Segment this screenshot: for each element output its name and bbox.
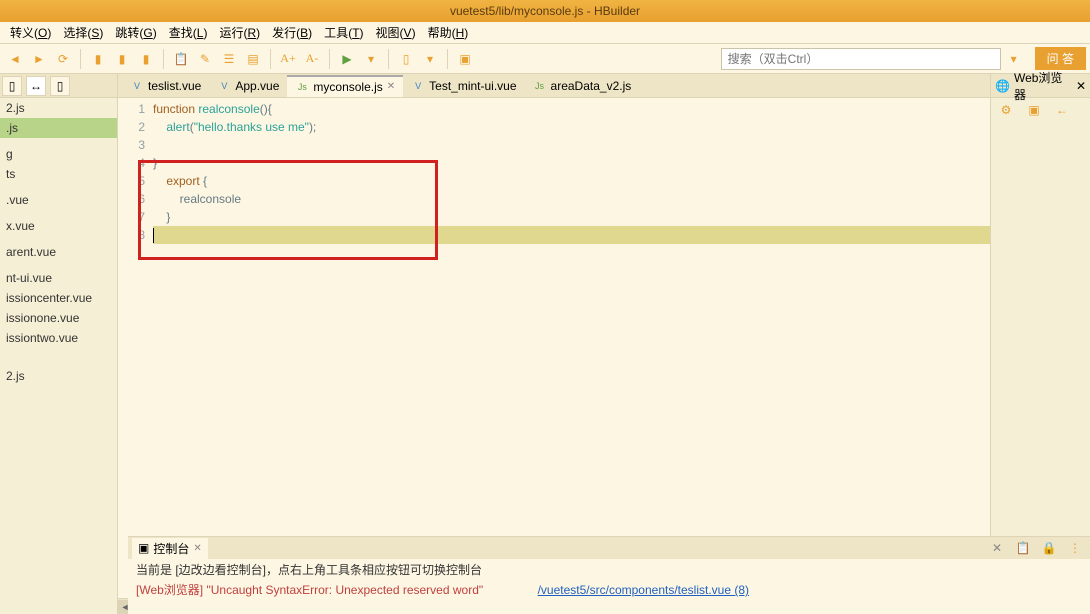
- copy-icon[interactable]: 📋: [1012, 537, 1034, 559]
- search-dropdown-icon[interactable]: ▾: [1003, 48, 1025, 70]
- tab-areadata[interactable]: Js areaData_v2.js: [525, 76, 640, 96]
- answer-button[interactable]: 问 答: [1035, 47, 1086, 70]
- console-error-line: [Web浏览器] "Uncaught SyntaxError: Unexpect…: [128, 580, 1090, 599]
- vue-icon: V: [217, 79, 231, 93]
- file-item[interactable]: g: [0, 144, 117, 164]
- forward-button[interactable]: ►: [28, 48, 50, 70]
- dropdown2-icon[interactable]: ▾: [419, 48, 441, 70]
- file-item[interactable]: ts: [0, 164, 117, 184]
- menu-select[interactable]: 选择(S): [57, 22, 109, 43]
- right-tab-label: Web浏览器: [1014, 69, 1072, 103]
- arrow-left-icon[interactable]: ←: [1051, 99, 1073, 121]
- close-icon[interactable]: ✕: [193, 543, 201, 554]
- menu-publish[interactable]: 发行(B): [266, 22, 318, 43]
- menu-run[interactable]: 运行(R): [213, 22, 266, 43]
- tab-label: App.vue: [235, 79, 279, 93]
- js-icon: Js: [533, 79, 547, 93]
- left-tab-1[interactable]: ▯: [2, 76, 22, 96]
- file-item[interactable]: 2.js: [0, 98, 117, 118]
- left-panel-tabs: ▯ ↔ ▯: [0, 74, 117, 98]
- toolbar: ◄ ► ⟳ ▮ ▮ ▮ 📋 ✎ ☰ ▤ A+ A- ▶ ▾ ▯ ▾ ▣ ▾ 问 …: [0, 44, 1090, 74]
- file-item[interactable]: 2.js: [0, 366, 117, 386]
- file-item[interactable]: issiontwo.vue: [0, 328, 117, 348]
- dropdown-icon[interactable]: ▾: [360, 48, 382, 70]
- console-tools: ✕ 📋 🔒 ⋮: [986, 537, 1086, 559]
- left-tab-3[interactable]: ▯: [50, 76, 70, 96]
- menu-tools[interactable]: 工具(T): [318, 22, 369, 43]
- tab-label: teslist.vue: [148, 79, 201, 93]
- search-input[interactable]: [721, 48, 1001, 70]
- bookmark-nav-icon[interactable]: ▮: [135, 48, 157, 70]
- console-hint: 当前是 [边改边看控制台]，点右上角工具条相应按钮可切换控制台: [128, 559, 1090, 580]
- file-item[interactable]: nt-ui.vue: [0, 268, 117, 288]
- console-panel: ▣ 控制台 ✕ ✕ 📋 🔒 ⋮ 当前是 [边改边看控制台]，点右上角工具条相应按…: [128, 536, 1090, 614]
- file-item[interactable]: issionone.vue: [0, 308, 117, 328]
- lock-icon[interactable]: 🔒: [1038, 537, 1060, 559]
- menu-transform[interactable]: 转义(O): [4, 22, 57, 43]
- refresh-button[interactable]: ⟳: [52, 48, 74, 70]
- file-list: 2.js .js g ts .vue x.vue arent.vue nt-ui…: [0, 98, 117, 614]
- font-decrease-icon[interactable]: A-: [301, 48, 323, 70]
- bookmark-icon[interactable]: ▮: [87, 48, 109, 70]
- tab-myconsole[interactable]: Js myconsole.js ✕: [287, 75, 403, 97]
- error-link[interactable]: /vuetest5/src/components/teslist.vue (8): [538, 583, 749, 597]
- right-toolbar: ⚙ ▣ ←: [991, 98, 1090, 122]
- file-item[interactable]: issioncenter.vue: [0, 288, 117, 308]
- panel-icon[interactable]: ▤: [242, 48, 264, 70]
- console-tab[interactable]: ▣ 控制台 ✕: [132, 538, 208, 559]
- file-item[interactable]: .vue: [0, 190, 117, 210]
- console-icon: ▣: [138, 541, 149, 555]
- editor-tabs: V teslist.vue V App.vue Js myconsole.js …: [118, 74, 990, 98]
- console-tabs: ▣ 控制台 ✕ ✕ 📋 🔒 ⋮: [128, 537, 1090, 559]
- file-item[interactable]: arent.vue: [0, 242, 117, 262]
- write-icon[interactable]: ✎: [194, 48, 216, 70]
- font-increase-icon[interactable]: A+: [277, 48, 299, 70]
- close-icon[interactable]: ✕: [986, 537, 1008, 559]
- tab-teslist[interactable]: V teslist.vue: [122, 76, 209, 96]
- tab-label: Test_mint-ui.vue: [429, 79, 516, 93]
- code-editor[interactable]: 1 2 3 4 5 6 7 8 function realconsole(){ …: [118, 98, 990, 598]
- back-button[interactable]: ◄: [4, 48, 26, 70]
- vue-icon: V: [411, 79, 425, 93]
- menu-icon[interactable]: ⋮: [1064, 537, 1086, 559]
- file-item[interactable]: x.vue: [0, 216, 117, 236]
- tab-label: myconsole.js: [313, 80, 382, 94]
- globe-icon: 🌐: [995, 79, 1010, 93]
- vue-icon: V: [130, 79, 144, 93]
- main-area: ▯ ↔ ▯ 2.js .js g ts .vue x.vue arent.vue…: [0, 74, 1090, 614]
- text-cursor: [153, 228, 154, 243]
- console-tab-label: 控制台: [153, 540, 189, 557]
- menu-find[interactable]: 查找(L): [163, 22, 214, 43]
- list-icon[interactable]: ☰: [218, 48, 240, 70]
- bookmark-add-icon[interactable]: ▮: [111, 48, 133, 70]
- menu-goto[interactable]: 跳转(G): [109, 22, 162, 43]
- menu-help[interactable]: 帮助(H): [422, 22, 475, 43]
- gear-icon[interactable]: ⚙: [995, 99, 1017, 121]
- menubar: 转义(O) 选择(S) 跳转(G) 查找(L) 运行(R) 发行(B) 工具(T…: [0, 22, 1090, 44]
- toggle-icon[interactable]: ▣: [1023, 99, 1045, 121]
- code-area[interactable]: function realconsole(){ alert("hello.tha…: [153, 98, 990, 598]
- left-panel: ▯ ↔ ▯ 2.js .js g ts .vue x.vue arent.vue…: [0, 74, 118, 614]
- phone-icon[interactable]: ▯: [395, 48, 417, 70]
- editor-panel: V teslist.vue V App.vue Js myconsole.js …: [118, 74, 990, 614]
- tab-label: areaData_v2.js: [551, 79, 632, 93]
- js-icon: Js: [295, 80, 309, 94]
- file-item[interactable]: .js: [0, 118, 117, 138]
- menu-view[interactable]: 视图(V): [370, 22, 422, 43]
- right-panel: 🌐 Web浏览器 ✕ ⚙ ▣ ←: [990, 74, 1090, 614]
- web-browser-tab[interactable]: 🌐 Web浏览器 ✕: [991, 74, 1090, 98]
- left-tab-2[interactable]: ↔: [26, 76, 46, 96]
- layout-icon[interactable]: ▣: [454, 48, 476, 70]
- window-title: vuetest5/lib/myconsole.js - HBuilder: [450, 4, 640, 18]
- clipboard-icon[interactable]: 📋: [170, 48, 192, 70]
- line-gutter: 1 2 3 4 5 6 7 8: [118, 98, 153, 598]
- close-icon[interactable]: ✕: [1076, 79, 1086, 93]
- titlebar: vuetest5/lib/myconsole.js - HBuilder: [0, 0, 1090, 22]
- close-icon[interactable]: ✕: [387, 81, 395, 92]
- tab-app[interactable]: V App.vue: [209, 76, 287, 96]
- run-icon[interactable]: ▶: [336, 48, 358, 70]
- tab-testmint[interactable]: V Test_mint-ui.vue: [403, 76, 524, 96]
